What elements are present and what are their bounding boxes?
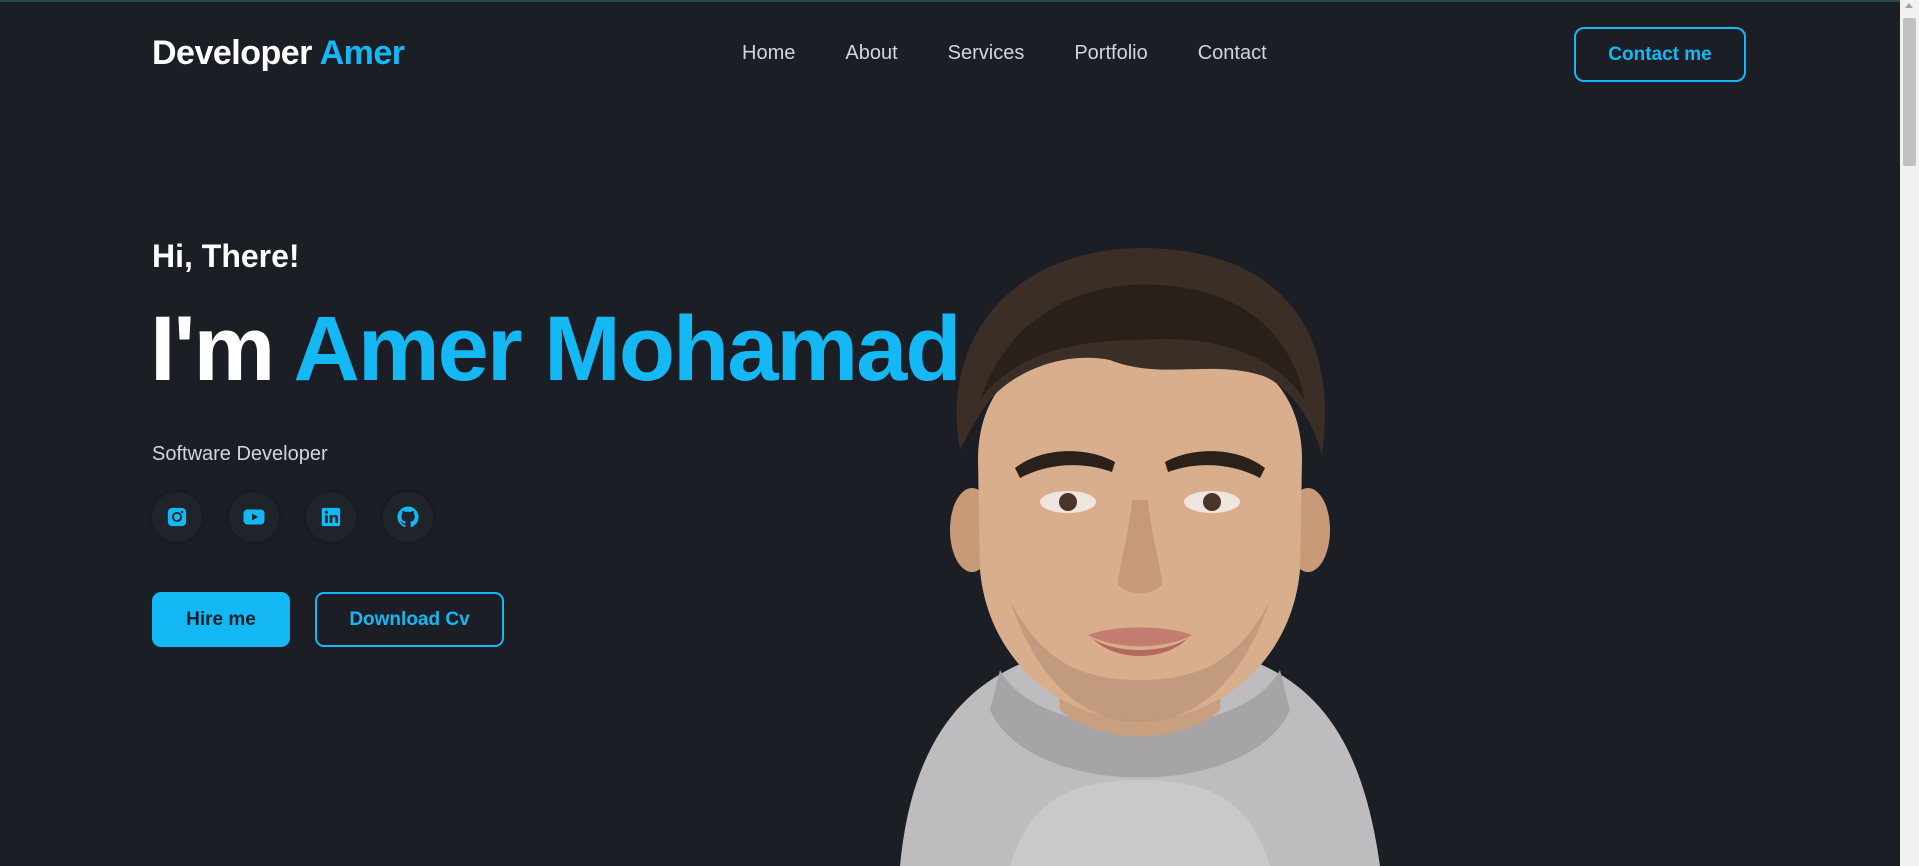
- logo-accent: Amer: [319, 34, 405, 72]
- nav-portfolio[interactable]: Portfolio: [1074, 42, 1147, 65]
- site-logo[interactable]: Developer Amer: [152, 34, 405, 73]
- page-scrollbar[interactable]: [1900, 0, 1919, 866]
- hero-greeting: Hi, There!: [152, 238, 300, 274]
- nav-contact[interactable]: Contact: [1198, 42, 1267, 65]
- nav-about[interactable]: About: [845, 42, 897, 65]
- nav-home[interactable]: Home: [742, 42, 795, 65]
- youtube-icon: [243, 509, 265, 525]
- social-link-github[interactable]: [383, 492, 433, 542]
- social-link-instagram[interactable]: [152, 492, 202, 542]
- download-cv-button[interactable]: Download Cv: [315, 592, 504, 647]
- hero-actions: Hire me Download Cv: [152, 592, 504, 647]
- scroll-up-arrow-icon[interactable]: [1905, 3, 1913, 8]
- social-link-linkedin[interactable]: [306, 492, 356, 542]
- hero-role: Software Developer: [152, 443, 328, 465]
- hero-title-prefix: I'm: [150, 298, 275, 400]
- main-nav: Home About Services Portfolio Contact: [742, 42, 1317, 65]
- nav-services[interactable]: Services: [948, 42, 1025, 65]
- instagram-icon: [167, 507, 187, 527]
- contact-me-button[interactable]: Contact me: [1574, 27, 1746, 82]
- github-icon: [397, 506, 419, 528]
- scroll-thumb[interactable]: [1903, 18, 1916, 166]
- top-border: [0, 0, 1919, 2]
- social-links: [152, 492, 460, 542]
- social-link-youtube[interactable]: [229, 492, 279, 542]
- hire-me-button[interactable]: Hire me: [152, 592, 290, 647]
- hero-title: I'm Amer Mohamad: [150, 303, 962, 395]
- hero-title-name: Amer Mohamad: [293, 298, 961, 400]
- linkedin-icon: [321, 507, 341, 527]
- logo-text: Developer: [152, 34, 312, 72]
